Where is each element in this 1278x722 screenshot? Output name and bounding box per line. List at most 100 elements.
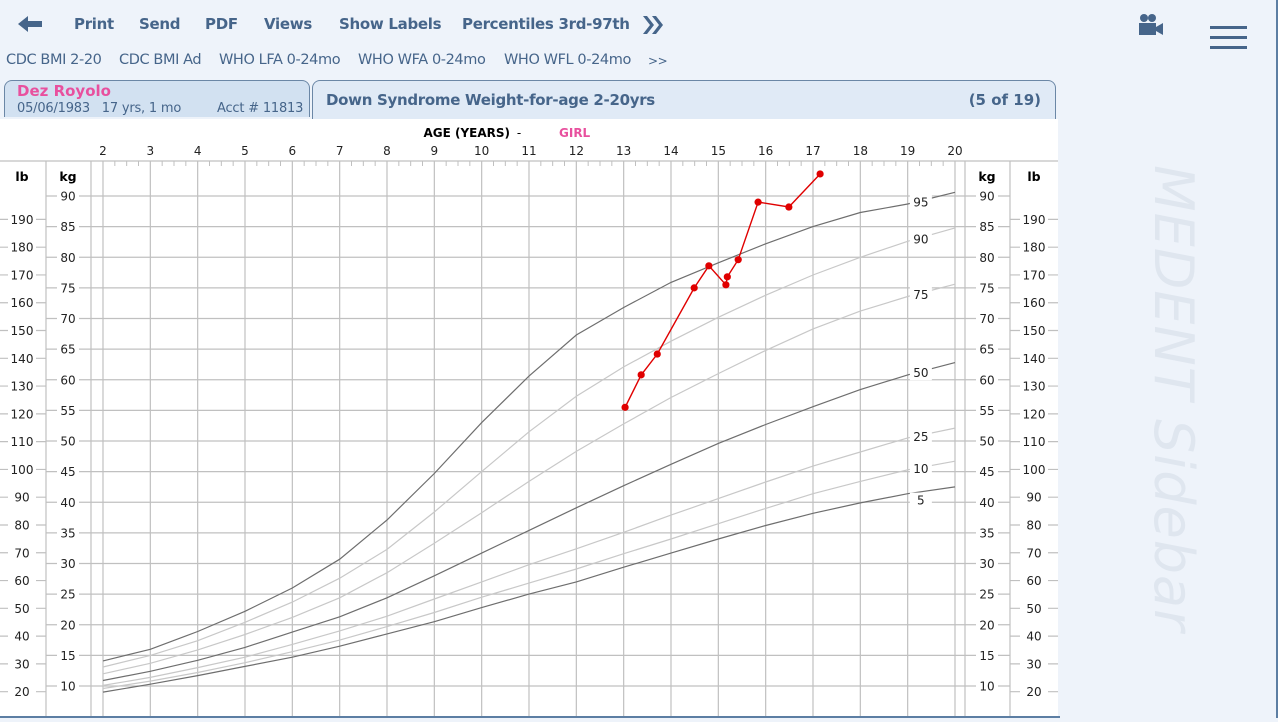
x-tick-label: 4 bbox=[194, 144, 202, 158]
arrow-left-icon[interactable] bbox=[18, 13, 44, 35]
chart-link-cdc-bmi-ad[interactable]: CDC BMI Ad bbox=[119, 52, 202, 68]
chart-selector-bar: CDC BMI 2-20 CDC BMI Ad WHO LFA 0-24mo W… bbox=[0, 50, 1060, 74]
patient-tab[interactable]: Dez Royolo 05/06/1983 17 yrs, 1 mo Acct … bbox=[4, 80, 310, 117]
lb-axis-label-left: lb bbox=[15, 169, 28, 184]
lb-tick-label-left: 110 bbox=[11, 435, 34, 449]
lb-tick-label-right: 90 bbox=[1026, 491, 1041, 505]
more-charts-link[interactable]: >> bbox=[648, 54, 668, 68]
kg-axis-label-left: kg bbox=[59, 169, 76, 184]
lb-tick-label-left: 120 bbox=[11, 407, 34, 421]
double-chevron-right-icon[interactable] bbox=[640, 12, 666, 38]
video-camera-icon[interactable] bbox=[1138, 13, 1164, 37]
percentiles-button[interactable]: Percentiles 3rd-97th bbox=[462, 15, 630, 33]
patient-series-layer bbox=[621, 170, 824, 411]
lb-tick-label-right: 40 bbox=[1026, 630, 1041, 644]
x-tick-label: 18 bbox=[853, 144, 868, 158]
kg-tick-label-right: 90 bbox=[979, 190, 994, 204]
chart-link-who-lfa[interactable]: WHO LFA 0-24mo bbox=[219, 52, 341, 68]
patient-weight-point bbox=[785, 203, 793, 211]
percentile-label-95: 95 bbox=[913, 195, 928, 209]
lb-tick-label-left: 190 bbox=[11, 213, 34, 227]
lb-tick-label-right: 100 bbox=[1023, 463, 1046, 477]
percentile-label-5: 5 bbox=[917, 494, 925, 508]
chart-link-cdc-bmi-2-20[interactable]: CDC BMI 2-20 bbox=[6, 52, 102, 68]
x-tick-label: 9 bbox=[431, 144, 439, 158]
kg-tick-label-left: 45 bbox=[60, 465, 75, 479]
lb-tick-label-right: 190 bbox=[1023, 213, 1046, 227]
lb-tick-label-right: 170 bbox=[1023, 268, 1046, 282]
patient-weight-point bbox=[754, 198, 762, 206]
lb-tick-label-left: 30 bbox=[14, 657, 29, 671]
kg-tick-label-left: 25 bbox=[60, 588, 75, 602]
lb-tick-label-left: 50 bbox=[14, 602, 29, 616]
lb-tick-label-right: 70 bbox=[1026, 546, 1041, 560]
chart-link-who-wfa[interactable]: WHO WFA 0-24mo bbox=[358, 52, 486, 68]
kg-tick-label-left: 65 bbox=[60, 343, 75, 357]
kg-tick-label-right: 65 bbox=[979, 343, 994, 357]
x-tick-label: 14 bbox=[663, 144, 678, 158]
x-tick-label: 12 bbox=[569, 144, 584, 158]
patient-account: Acct # 11813 bbox=[217, 101, 304, 116]
x-tick-label: 11 bbox=[521, 144, 536, 158]
lb-tick-label-left: 150 bbox=[11, 324, 34, 338]
lb-tick-label-left: 40 bbox=[14, 630, 29, 644]
hamburger-menu-icon[interactable] bbox=[1210, 26, 1247, 50]
lb-tick-label-right: 150 bbox=[1023, 324, 1046, 338]
toolbar: Print Send PDF Views Show Labels Percent… bbox=[0, 0, 1060, 50]
x-tick-label: 19 bbox=[900, 144, 915, 158]
patient-weight-point bbox=[816, 170, 824, 178]
x-tick-label: 5 bbox=[241, 144, 249, 158]
pdf-button[interactable]: PDF bbox=[205, 15, 238, 33]
show-labels-button[interactable]: Show Labels bbox=[339, 15, 442, 33]
chart-page-indicator: (5 of 19) bbox=[968, 91, 1041, 109]
kg-tick-label-right: 10 bbox=[979, 680, 994, 694]
kg-tick-label-right: 85 bbox=[979, 220, 994, 234]
lb-tick-label-right: 30 bbox=[1026, 657, 1041, 671]
lb-tick-label-left: 130 bbox=[11, 380, 34, 394]
kg-tick-label-left: 30 bbox=[60, 557, 75, 571]
send-button[interactable]: Send bbox=[139, 15, 181, 33]
patient-weight-point bbox=[621, 403, 629, 411]
chart-tab[interactable]: Down Syndrome Weight-for-age 2-20yrs (5 … bbox=[312, 80, 1056, 120]
kg-tick-label-left: 10 bbox=[60, 680, 75, 694]
patient-weight-point bbox=[690, 284, 698, 292]
x-tick-label: 3 bbox=[147, 144, 155, 158]
kg-tick-label-left: 80 bbox=[60, 251, 75, 265]
axis-layer: 2 3 4 5 6 7 8 9 10 11 12 13 14 15 16 17 18 19 2090 9085 8580… bbox=[8, 144, 1048, 700]
kg-tick-label-right: 40 bbox=[979, 496, 994, 510]
chart-title: Down Syndrome Weight-for-age 2-20yrs bbox=[326, 91, 655, 109]
growth-chart-area: 2 3 4 5 6 7 8 9 10 11 12 13 14 15 16 17 18 19 20 90 90 85 85 80… bbox=[0, 119, 1058, 718]
kg-tick-label-right: 50 bbox=[979, 435, 994, 449]
kg-tick-label-right: 45 bbox=[979, 465, 994, 479]
lb-tick-label-left: 160 bbox=[11, 296, 34, 310]
percentile-label-90: 90 bbox=[913, 232, 928, 246]
sidebar: MEDENT Sidebar bbox=[1060, 0, 1278, 718]
views-button[interactable]: Views bbox=[264, 15, 312, 33]
percentile-label-25: 25 bbox=[913, 430, 928, 444]
patient-name: Dez Royolo bbox=[17, 82, 111, 100]
lb-tick-label-right: 180 bbox=[1023, 241, 1046, 255]
kg-tick-label-left: 70 bbox=[60, 312, 75, 326]
kg-axis-label-right: kg bbox=[978, 169, 995, 184]
kg-tick-label-left: 35 bbox=[60, 526, 75, 540]
x-tick-label: 8 bbox=[383, 144, 391, 158]
title-separator: - bbox=[517, 126, 521, 140]
kg-tick-label-left: 20 bbox=[60, 618, 75, 632]
lb-tick-label-left: 180 bbox=[11, 241, 34, 255]
kg-tick-label-right: 20 bbox=[979, 618, 994, 632]
lb-tick-label-right: 120 bbox=[1023, 407, 1046, 421]
sex-label: GIRL bbox=[559, 126, 591, 140]
lb-tick-label-left: 20 bbox=[14, 685, 29, 699]
lb-tick-label-right: 160 bbox=[1023, 296, 1046, 310]
chart-link-who-wfl[interactable]: WHO WFL 0-24mo bbox=[504, 52, 631, 68]
lb-tick-label-left: 80 bbox=[14, 518, 29, 532]
x-tick-label: 2 bbox=[99, 144, 107, 158]
kg-tick-label-right: 75 bbox=[979, 281, 994, 295]
dob-value: 05/06/1983 bbox=[17, 101, 90, 116]
x-tick-label: 13 bbox=[616, 144, 631, 158]
print-button[interactable]: Print bbox=[74, 15, 114, 33]
lb-tick-label-right: 20 bbox=[1026, 685, 1041, 699]
kg-tick-label-right: 25 bbox=[979, 588, 994, 602]
x-tick-label: 16 bbox=[758, 144, 773, 158]
x-tick-label: 20 bbox=[947, 144, 962, 158]
